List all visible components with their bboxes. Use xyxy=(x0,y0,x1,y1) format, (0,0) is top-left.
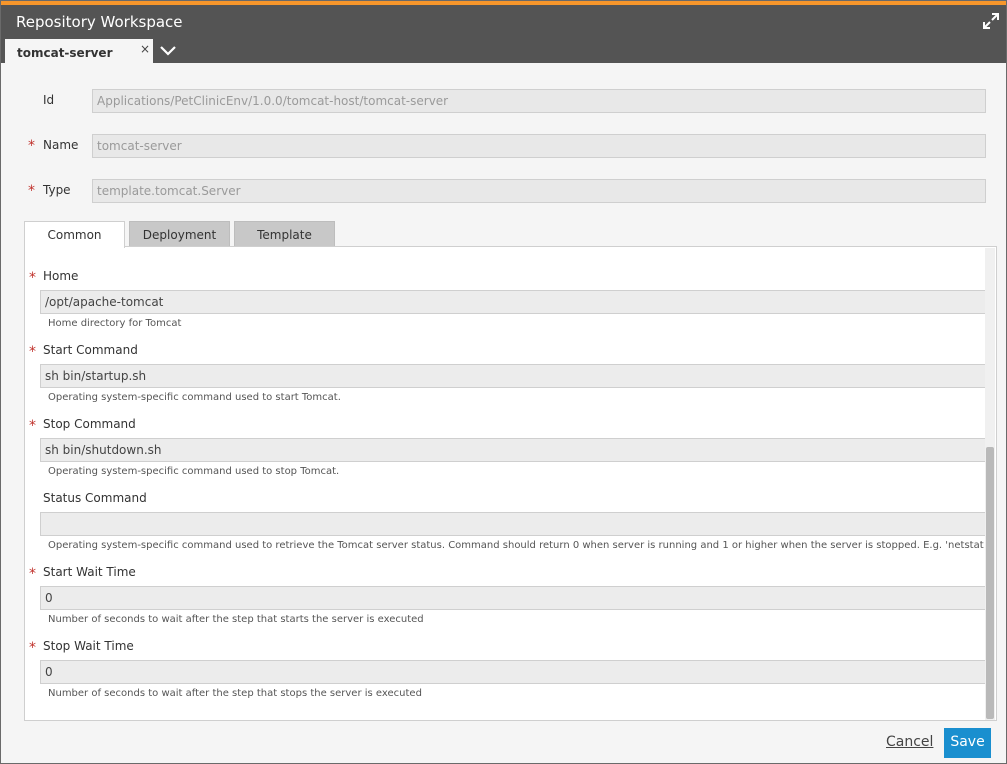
tab-close-icon[interactable]: × xyxy=(140,42,150,56)
type-field: template.tomcat.Server xyxy=(92,179,986,203)
required-marker: * xyxy=(28,138,35,154)
tab-deployment[interactable]: Deployment xyxy=(129,221,230,247)
required-marker: * xyxy=(29,418,36,434)
required-marker: * xyxy=(29,566,36,582)
start-wait-time-help-text: Number of seconds to wait after the step… xyxy=(48,614,424,625)
start-wait-time-label: Start Wait Time xyxy=(43,565,136,579)
cancel-button[interactable]: Cancel xyxy=(886,734,933,750)
stop-command-input[interactable]: sh bin/shutdown.sh xyxy=(40,438,988,462)
id-field: Applications/PetClinicEnv/1.0.0/tomcat-h… xyxy=(92,89,986,113)
id-label: Id xyxy=(43,93,55,107)
stop-command-label: Stop Command xyxy=(43,417,136,431)
type-field-row: * Type template.tomcat.Server xyxy=(1,179,1006,209)
tab-tomcat-server[interactable]: tomcat-server × xyxy=(5,39,153,67)
required-marker: * xyxy=(28,183,35,199)
start-command-input[interactable]: sh bin/startup.sh xyxy=(40,364,988,388)
tab-common[interactable]: Common xyxy=(24,221,125,248)
tab-tomcat-server-label: tomcat-server xyxy=(17,46,113,60)
maximize-icon[interactable] xyxy=(982,12,1000,30)
start-wait-time-input[interactable]: 0 xyxy=(40,586,988,610)
stop-wait-time-label: Stop Wait Time xyxy=(43,639,134,653)
required-marker: * xyxy=(29,344,36,360)
status-command-input[interactable] xyxy=(40,512,988,536)
name-field-row: * Name tomcat-server xyxy=(1,134,1006,164)
required-marker: * xyxy=(29,640,36,656)
status-command-help-text: Operating system-specific command used t… xyxy=(48,540,988,551)
start-command-label: Start Command xyxy=(43,343,138,357)
home-input[interactable]: /opt/apache-tomcat xyxy=(40,290,988,314)
tab-template[interactable]: Template xyxy=(234,221,335,247)
home-help-text: Home directory for Tomcat xyxy=(48,318,182,329)
stop-wait-time-input[interactable]: 0 xyxy=(40,660,988,684)
stop-wait-time-help-text: Number of seconds to wait after the step… xyxy=(48,688,422,699)
name-label: Name xyxy=(43,138,79,152)
repository-workspace-window: Repository Workspace tomcat-server × Id … xyxy=(0,0,1007,764)
type-label: Type xyxy=(43,183,71,197)
start-command-help-text: Operating system-specific command used t… xyxy=(48,392,341,403)
common-panel: * Home /opt/apache-tomcat Home directory… xyxy=(24,246,997,721)
scrollbar-thumb[interactable] xyxy=(986,447,994,719)
status-command-label: Status Command xyxy=(43,491,147,505)
save-button[interactable]: Save xyxy=(944,728,991,758)
home-label: Home xyxy=(43,269,79,283)
chevron-down-icon[interactable] xyxy=(158,41,178,61)
name-field: tomcat-server xyxy=(92,134,986,158)
stop-command-help-text: Operating system-specific command used t… xyxy=(48,466,340,477)
required-marker: * xyxy=(29,270,36,286)
window-title: Repository Workspace xyxy=(16,13,183,31)
window-header: Repository Workspace tomcat-server × xyxy=(1,5,1006,67)
id-field-row: Id Applications/PetClinicEnv/1.0.0/tomca… xyxy=(1,89,1006,119)
